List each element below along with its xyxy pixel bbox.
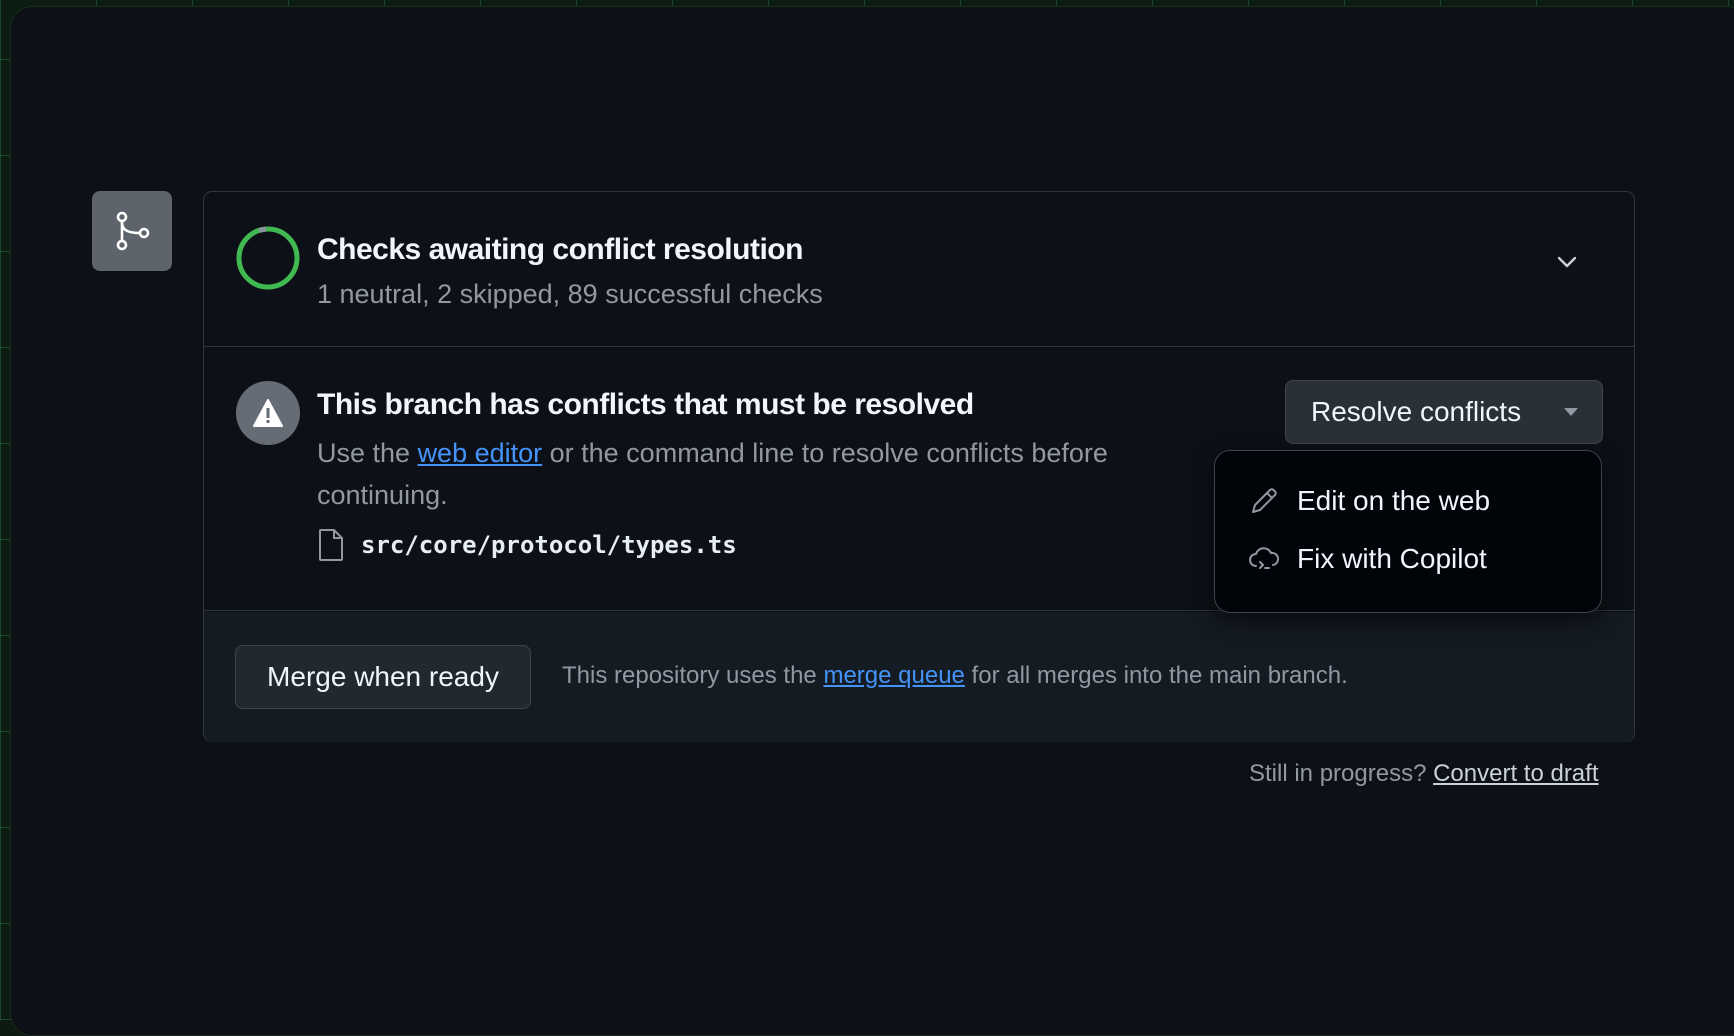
merge-queue-link[interactable]: merge queue bbox=[823, 662, 964, 689]
alert-badge bbox=[236, 381, 300, 445]
menu-item-edit-on-web[interactable]: Edit on the web bbox=[1247, 476, 1577, 526]
checks-summary: 1 neutral, 2 skipped, 89 successful chec… bbox=[317, 279, 823, 309]
copilot-icon bbox=[1249, 547, 1280, 569]
merge-queue-note: This repository uses the merge queue for… bbox=[562, 662, 1348, 690]
menu-item-label: Fix with Copilot bbox=[1297, 543, 1487, 574]
resolve-conflicts-menu: Edit on the web Fix with Copilot bbox=[1214, 450, 1602, 613]
checks-progress-ring-icon bbox=[236, 226, 300, 290]
file-icon bbox=[319, 529, 343, 561]
alert-triangle-icon bbox=[253, 399, 283, 427]
conflict-desc-prefix: Use the bbox=[317, 438, 418, 468]
draft-prefix: Still in progress? bbox=[1249, 760, 1434, 787]
resolve-conflicts-button[interactable]: Resolve conflicts bbox=[1285, 380, 1603, 444]
merge-status-badge bbox=[92, 191, 172, 271]
conflict-title: This branch has conflicts that must be r… bbox=[317, 388, 974, 421]
checks-title: Checks awaiting conflict resolution bbox=[317, 233, 803, 266]
pencil-icon bbox=[1252, 488, 1277, 513]
web-editor-link[interactable]: web editor bbox=[418, 438, 543, 468]
conflict-description: Use the web editor or the command line t… bbox=[317, 432, 1217, 516]
caret-down-icon bbox=[1564, 408, 1578, 416]
convert-to-draft-row: Still in progress? Convert to draft bbox=[1249, 760, 1599, 788]
chevron-down-icon[interactable] bbox=[1552, 247, 1582, 277]
convert-to-draft-link[interactable]: Convert to draft bbox=[1433, 760, 1598, 787]
conflict-file-name: src/core/protocol/types.ts bbox=[361, 531, 737, 559]
menu-item-fix-with-copilot[interactable]: Fix with Copilot bbox=[1247, 534, 1577, 584]
menu-item-label: Edit on the web bbox=[1297, 485, 1491, 516]
merge-note-suffix: for all merges into the main branch. bbox=[964, 662, 1348, 689]
merge-note-prefix: This repository uses the bbox=[562, 662, 824, 689]
git-branch-icon bbox=[116, 211, 150, 251]
checks-section[interactable]: Checks awaiting conflict resolution 1 ne… bbox=[204, 192, 1634, 347]
merge-when-ready-button[interactable]: Merge when ready bbox=[235, 645, 531, 709]
resolve-conflicts-label: Resolve conflicts bbox=[1311, 396, 1522, 427]
merge-section: Merge when ready This repository uses th… bbox=[204, 612, 1634, 742]
conflict-file: src/core/protocol/types.ts bbox=[317, 528, 737, 562]
